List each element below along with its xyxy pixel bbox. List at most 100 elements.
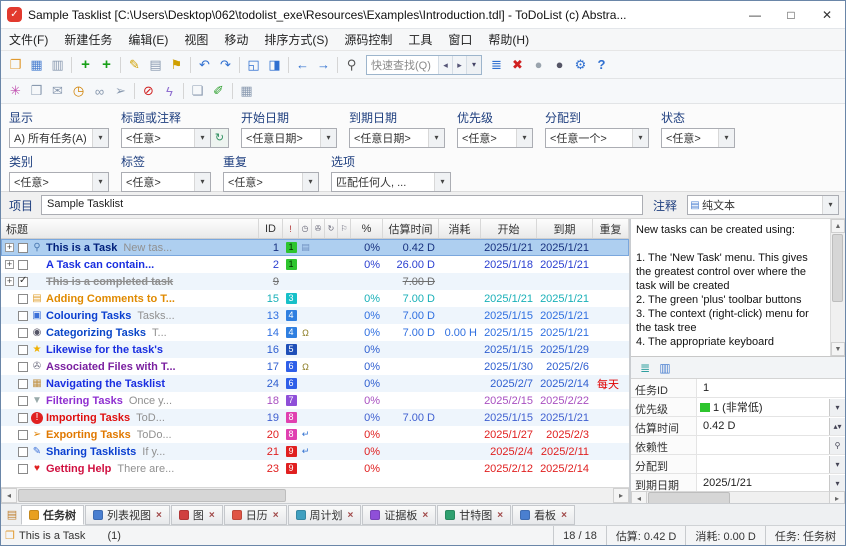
expander-icon[interactable]: + [5,277,14,286]
table-row[interactable]: ▦ Navigating the Tasklist 24 6 0% 2025/2… [1,375,629,392]
attribute-value[interactable]: 0.42 D [703,420,829,432]
quick-find-input[interactable]: 快速查找(Q) [367,57,438,73]
table-row[interactable]: ★ Likewise for the task's 16 5 0% 2025/1… [1,341,629,358]
project-input[interactable]: Sample Tasklist [41,195,643,215]
menu-item[interactable]: 排序方式(S) [256,29,336,50]
task-checkbox[interactable] [18,429,28,440]
toolbar-button-icon[interactable]: ▦ [236,81,257,101]
filter-combo[interactable]: <任意> [121,128,211,148]
tab-close-icon[interactable]: × [497,510,503,521]
attribute-control[interactable]: ▴▾ [829,417,845,435]
quick-find-next-button[interactable]: ▸ [452,55,466,74]
toolbar-button-icon[interactable]: ❏ [187,81,208,101]
column-header[interactable]: ↻ [325,219,338,238]
filter-combo[interactable]: <任意> [9,172,109,192]
quick-find-prev-button[interactable]: ◂ [438,55,452,74]
scroll-thumb[interactable] [18,489,287,502]
menu-item[interactable]: 文件(F) [1,29,56,50]
table-row[interactable]: ♥ Getting Help There are... 23 9 0% 2025… [1,460,629,477]
toolbar-button-icon[interactable]: ∞ [89,81,110,101]
view-tab[interactable]: 任务树 [21,505,84,525]
scroll-thumb[interactable] [832,234,843,302]
toolbar-button-icon[interactable]: ● [549,55,570,75]
filter-combo[interactable]: <任意> [223,172,319,192]
attribute-control[interactable]: ▾ [829,474,845,491]
attribute-control[interactable]: ▾ [829,455,845,473]
toolbar-button-icon[interactable]: ⚲ [341,55,362,75]
attrib-stats-icon[interactable]: ▥ [655,361,675,375]
task-checkbox[interactable] [18,259,28,270]
view-tab[interactable]: 证据板 × [362,505,437,525]
column-header[interactable]: ID [259,219,283,238]
task-checkbox[interactable] [18,395,28,406]
toolbar-button-icon[interactable]: ϟ [159,81,180,101]
menu-item[interactable]: 新建任务 [56,29,120,50]
toolbar-button-icon[interactable]: ✳ [5,81,26,101]
attribute-value[interactable]: 1 (非常低) [713,399,829,415]
tab-close-icon[interactable]: × [273,510,279,521]
attribute-row[interactable]: 估算时间 0.42 D ▴▾ [631,417,845,436]
table-row[interactable]: ! Importing Tasks ToD... 19 8 0% 7.00 D … [1,409,629,426]
scroll-right-icon[interactable]: ▸ [613,488,629,503]
filter-combo[interactable]: <任意> [457,128,533,148]
maximize-button[interactable]: □ [773,1,809,28]
menu-item[interactable]: 视图 [176,29,216,50]
attrib-links-icon[interactable]: ≣ [635,361,655,375]
attribute-row[interactable]: 分配到 ▾ [631,455,845,474]
toolbar-button-icon[interactable] [183,83,184,99]
tab-close-icon[interactable]: × [209,510,215,521]
task-checkbox[interactable] [18,275,28,287]
filter-combo[interactable]: 匹配任何人, ... [331,172,451,192]
toolbar-button-icon[interactable]: ◱ [243,55,264,75]
attribute-control[interactable]: ⚲ [829,436,845,454]
toolbar-button-icon[interactable] [239,56,240,73]
toolbar-button-icon[interactable]: ◨ [264,55,285,75]
toolbar-button-icon[interactable] [120,56,121,73]
menu-item[interactable]: 编辑(E) [120,29,176,50]
toolbar-button-icon[interactable]: ❒ [26,81,47,101]
toolbar-button-icon[interactable]: ✐ [208,81,229,101]
scroll-left-icon[interactable]: ◂ [631,491,647,503]
attribute-value[interactable]: 1 [703,382,845,394]
column-header[interactable]: ◷ [299,219,312,238]
toolbar-button-icon[interactable] [232,83,233,99]
table-row[interactable]: + A Task can contain... 2 1 0% 26.00 D 2… [1,256,629,273]
tab-close-icon[interactable]: × [561,510,567,521]
task-checkbox[interactable] [18,412,28,423]
comments-text[interactable]: New tasks can be created using: 1. The '… [631,219,830,356]
attribute-row[interactable]: 优先级 1 (非常低) ▾ [631,398,845,417]
toolbar-button-icon[interactable]: ◷ [68,81,89,101]
task-checkbox[interactable] [18,446,28,457]
toolbar-button-icon[interactable]: + [96,55,117,75]
toolbar-button-icon[interactable]: → [313,55,334,75]
toolbar-button-icon[interactable]: ▦ [26,55,47,75]
scroll-right-icon[interactable]: ▸ [829,491,845,503]
task-checkbox[interactable] [18,361,28,372]
view-tab[interactable]: 看板 × [512,505,575,525]
column-header[interactable]: 开始 [481,219,537,238]
tab-close-icon[interactable]: × [156,510,162,521]
menu-item[interactable]: 工具 [400,29,440,50]
table-row[interactable]: ✇ Associated Files with T... 17 6 Ω 0% 2… [1,358,629,375]
view-tab[interactable]: 日历 × [223,505,287,525]
quick-find-combo[interactable]: 快速查找(Q) ◂ ▸ ▾ [366,54,482,75]
toolbar-button-icon[interactable] [337,56,338,73]
menu-item[interactable]: 源码控制 [336,29,400,50]
toolbar-button-icon[interactable]: + [75,55,96,75]
column-header[interactable]: ✇ [312,219,325,238]
menu-item[interactable]: 移动 [216,29,256,50]
column-header[interactable]: ⚐ [338,219,351,238]
attribute-value[interactable]: 2025/1/21 [703,477,829,489]
table-row[interactable]: ✎ Sharing Tasklists If y... 21 9 ↵ 0% 20… [1,443,629,460]
table-horizontal-scrollbar[interactable]: ◂ ▸ [1,487,629,503]
filter-combo[interactable]: <任意> [661,128,735,148]
table-row[interactable]: ➢ Exporting Tasks ToDo... 20 8 ↵ 0% 2025… [1,426,629,443]
column-header[interactable]: % [351,219,383,238]
task-checkbox[interactable] [18,327,28,338]
toolbar-button-icon[interactable]: ≣ [486,55,507,75]
filter-combo[interactable]: <任意> [121,172,211,192]
scroll-thumb[interactable] [648,492,730,503]
task-checkbox[interactable] [18,242,28,253]
expander-icon[interactable]: + [5,243,14,252]
tab-close-icon[interactable]: × [422,510,428,521]
